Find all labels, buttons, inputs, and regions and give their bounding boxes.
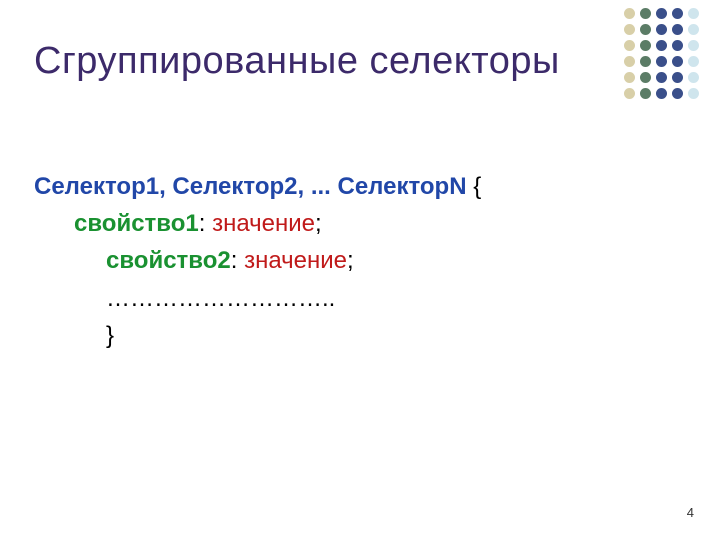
val1: значение <box>212 210 315 237</box>
prop2: свойство2 <box>106 247 231 274</box>
prop2-line: свойство2: значение; <box>34 242 481 279</box>
slide-title: Сгруппированные селекторы <box>34 40 560 83</box>
syntax-block: Селектор1, Селектор2, ... СелекторN { св… <box>34 168 481 354</box>
colon2: : <box>231 247 244 274</box>
semi2: ; <box>347 247 354 274</box>
selectors-line: Селектор1, Селектор2, ... СелекторN { <box>34 168 481 205</box>
selectors-text: Селектор1, Селектор2, ... СелекторN <box>34 173 467 200</box>
val2: значение <box>244 247 347 274</box>
close-brace: } <box>34 317 481 354</box>
prop1-line: свойство1: значение; <box>34 205 481 242</box>
colon1: : <box>199 210 212 237</box>
page-number: 4 <box>687 505 694 520</box>
semi1: ; <box>315 210 322 237</box>
decorative-dot-grid <box>624 8 700 100</box>
prop1: свойство1 <box>74 210 199 237</box>
ellipsis-line: ……………………….. <box>34 280 481 317</box>
open-brace: { <box>467 173 482 200</box>
